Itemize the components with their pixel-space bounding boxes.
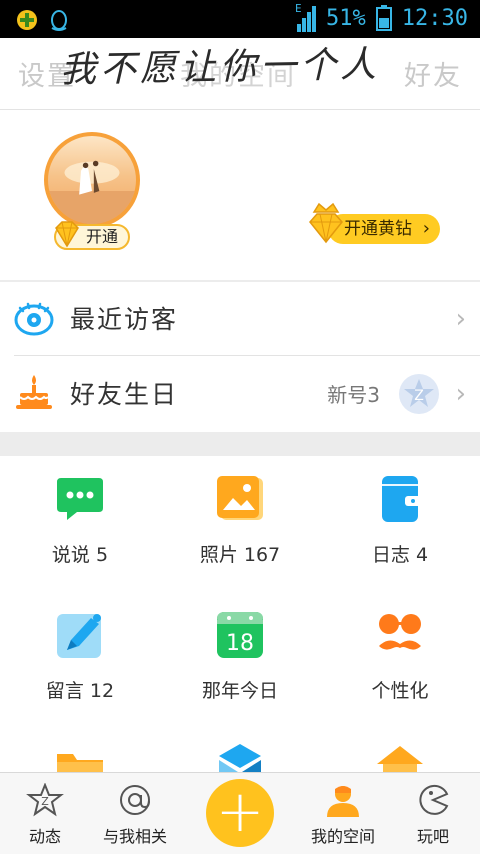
chevron-right-icon: ›: [455, 304, 466, 334]
clock: 12:30: [401, 5, 468, 31]
at-sign-icon: [120, 785, 150, 815]
nav-label: 我的空间: [310, 827, 375, 846]
grid-item-shuoshuo[interactable]: 说说 5: [0, 456, 160, 592]
nav-label: 玩吧: [416, 827, 449, 846]
grid-item-label: 照片 167: [199, 544, 281, 566]
grid-item-messages[interactable]: 留言 12: [0, 592, 160, 728]
list-item-friend-birthdays[interactable]: 好友生日 新号3 Z ›: [0, 357, 480, 431]
battery-icon: [375, 5, 392, 31]
profile-card: 开通 开通黄钻 ›: [0, 110, 480, 280]
grid-item-label: 说说 5: [51, 544, 109, 566]
qq-penguin-icon: [51, 10, 67, 31]
folder-icon: [57, 754, 103, 772]
house-icon: [377, 746, 423, 772]
yellow-diamond-label: 开通黄钻: [344, 219, 412, 239]
battery-percent: 51%: [326, 5, 366, 31]
grid-item-label: 那年今日: [201, 680, 278, 702]
list-item-recent-visitors[interactable]: 最近访客 ›: [14, 282, 480, 356]
bottom-nav: Z 动态 与我相关 + 我的空间 玩吧: [0, 772, 480, 854]
journal-icon: [382, 476, 421, 522]
calendar-icon: 18: [217, 612, 263, 658]
star-z-icon: Z: [26, 782, 64, 817]
crown-diamond-icon: [309, 202, 343, 244]
message-pen-icon: [57, 614, 101, 658]
header: 设置 我的空间 好友 我不愿让你一个人: [0, 38, 480, 110]
status-right: E 51% 12:30: [295, 2, 468, 32]
app-notification-icon: [17, 10, 37, 30]
grid-item-photos[interactable]: 照片 167: [160, 456, 320, 592]
grid-item-label: 个性化: [371, 680, 429, 702]
nav-label: 动态: [28, 827, 61, 846]
chevron-right-icon: ›: [455, 379, 466, 409]
grid-item-label: 留言 12: [45, 680, 115, 702]
grid-item-personalize[interactable]: 个性化: [320, 592, 480, 728]
friend-birthdays-label: 好友生日: [70, 380, 179, 409]
signature-text: 我不愿让你一个人: [59, 44, 381, 91]
signal-icon: E: [295, 2, 317, 32]
birthday-cake-icon: [16, 375, 52, 409]
avatar-image: [48, 160, 136, 224]
calendar-day: 18: [226, 631, 254, 656]
recent-visitors-label: 最近访客: [70, 305, 179, 334]
vip-open-label: 开通: [86, 227, 119, 246]
network-type-label: E: [295, 2, 302, 15]
avatar[interactable]: [44, 132, 140, 228]
nav-my-space[interactable]: 我的空间: [303, 783, 383, 847]
birthday-friend-name: 新号3: [327, 383, 380, 407]
grid-item-journal[interactable]: 日志 4: [320, 456, 480, 592]
grid-item-folder[interactable]: [0, 728, 160, 772]
menu-list: 最近访客 › 好友生日 新号3 Z ›: [0, 282, 480, 432]
nav-play[interactable]: 玩吧: [393, 783, 473, 847]
svg-text:Z: Z: [41, 795, 49, 808]
person-icon: [327, 786, 359, 817]
mustache-glasses-icon: [379, 614, 421, 650]
grid-item-this-day[interactable]: 18 那年今日: [160, 592, 320, 728]
status-left-icons: [16, 8, 70, 32]
diamond-icon: [55, 221, 79, 248]
photo-icon: [217, 476, 263, 520]
grid-item-house[interactable]: [320, 728, 480, 772]
grid-item-label: 日志 4: [371, 544, 429, 566]
friend-avatar-icon: Z: [399, 374, 439, 414]
status-bar: E 51% 12:30: [0, 0, 480, 38]
nav-feed[interactable]: Z 动态: [5, 782, 85, 847]
nav-related[interactable]: 与我相关: [95, 783, 175, 847]
add-post-button[interactable]: +: [206, 779, 274, 847]
nav-label: 与我相关: [102, 827, 167, 846]
plus-icon: +: [215, 777, 265, 845]
pacman-icon: [419, 784, 449, 815]
feature-grid: 说说 5 照片 167 日志 4 留言 12 18 那年今日 个性化: [0, 456, 480, 772]
cube-icon: [219, 744, 261, 772]
eye-icon: [14, 302, 54, 336]
grid-item-cube[interactable]: [160, 728, 320, 772]
chevron-right-icon: ›: [422, 218, 430, 239]
svg-text:Z: Z: [414, 388, 424, 404]
chat-bubble-icon: [57, 478, 103, 520]
friends-button[interactable]: 好友: [404, 54, 462, 93]
